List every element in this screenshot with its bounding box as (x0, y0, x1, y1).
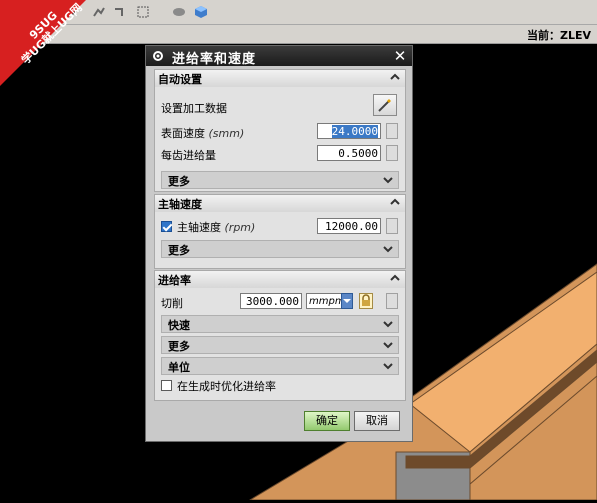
top-toolbar (0, 0, 597, 25)
lock-icon[interactable] (359, 293, 373, 309)
ok-button[interactable]: 确定 (304, 411, 350, 431)
set-machining-data-label: 设置加工数据 (161, 102, 227, 115)
dropdown-arrow-icon[interactable] (341, 293, 353, 309)
section-feed-rates[interactable]: 进给率 (154, 270, 406, 289)
surface-speed-label: 表面速度 (smm) (161, 127, 245, 140)
feed-more-expander[interactable]: 更多 (161, 336, 399, 354)
section-auto-settings[interactable]: 自动设置 (154, 69, 406, 88)
current-operation-status: 当前：ZLEV (526, 29, 591, 42)
cut-feed-unit-select[interactable]: mmpm (306, 293, 342, 309)
dialog-title: 进给率和速度 (172, 52, 257, 67)
optimize-feed-checkbox[interactable] (161, 380, 172, 391)
spindle-more-expander[interactable]: 更多 (161, 240, 399, 258)
close-icon[interactable]: ✕ (392, 48, 408, 64)
section-spindle-speed-label: 主轴速度 (158, 198, 202, 211)
rapid-expander[interactable]: 快速 (161, 315, 399, 333)
units-expander[interactable]: 单位 (161, 357, 399, 375)
section-spindle-speed[interactable]: 主轴速度 (154, 194, 406, 213)
move-icon[interactable] (92, 5, 106, 19)
cancel-button[interactable]: 取消 (354, 411, 400, 431)
spindle-speed-panel: 主轴速度 (rpm) 12000.00 更多 (154, 212, 406, 269)
chevron-down-icon[interactable] (382, 318, 394, 330)
feed-rates-panel: 切削 3000.000 mmpm 快速 更多 单位 在生成时优化进给率 (154, 288, 406, 401)
rotate-icon[interactable] (112, 5, 126, 19)
chevron-down-icon[interactable] (382, 360, 394, 372)
status-bar: 当前：ZLEV (0, 25, 597, 44)
feed-per-tooth-input[interactable]: 0.5000 (317, 145, 381, 161)
cube-icon[interactable] (194, 5, 208, 19)
selection-box-icon[interactable] (136, 5, 150, 19)
chevron-down-icon[interactable] (382, 174, 394, 186)
shaded-shape-icon[interactable] (172, 5, 186, 19)
spindle-speed-option-button[interactable] (386, 218, 398, 234)
auto-more-expander[interactable]: 更多 (161, 171, 399, 189)
surface-speed-input[interactable]: 24.0000 (317, 123, 381, 139)
spindle-more-label: 更多 (168, 244, 190, 257)
section-feed-rates-label: 进给率 (158, 274, 191, 287)
rapid-label: 快速 (168, 319, 190, 332)
surface-speed-option-button[interactable] (386, 123, 398, 139)
feed-per-tooth-option-button[interactable] (386, 145, 398, 161)
cut-feed-option-button[interactable] (386, 293, 398, 309)
auto-more-label: 更多 (168, 175, 190, 188)
chevron-up-icon[interactable] (389, 196, 401, 208)
gear-icon[interactable] (151, 49, 165, 63)
chevron-down-icon[interactable] (382, 339, 394, 351)
units-label: 单位 (168, 361, 190, 374)
spindle-speed-label: 主轴速度 (rpm) (177, 221, 256, 234)
auto-settings-panel: 设置加工数据 表面速度 (smm) 24.0000 每齿进给量 0.5000 更… (154, 87, 406, 192)
chevron-up-icon[interactable] (389, 71, 401, 83)
spindle-speed-checkbox[interactable] (161, 221, 172, 232)
spindle-speed-input[interactable]: 12000.00 (317, 218, 381, 234)
feed-per-tooth-label: 每齿进给量 (161, 149, 216, 162)
set-machining-data-button[interactable] (373, 94, 397, 116)
feeds-and-speeds-dialog: 进给率和速度 ✕ 自动设置 设置加工数据 表面速度 (smm) 24.0000 … (145, 45, 413, 442)
section-auto-settings-label: 自动设置 (158, 73, 202, 86)
optimize-feed-label: 在生成时优化进给率 (177, 380, 276, 393)
cut-feed-label: 切削 (161, 297, 183, 310)
feed-more-label: 更多 (168, 340, 190, 353)
dialog-titlebar[interactable]: 进给率和速度 ✕ (146, 46, 412, 67)
chevron-down-icon[interactable] (382, 243, 394, 255)
cut-feed-input[interactable]: 3000.000 (240, 293, 302, 309)
chevron-up-icon[interactable] (389, 272, 401, 284)
